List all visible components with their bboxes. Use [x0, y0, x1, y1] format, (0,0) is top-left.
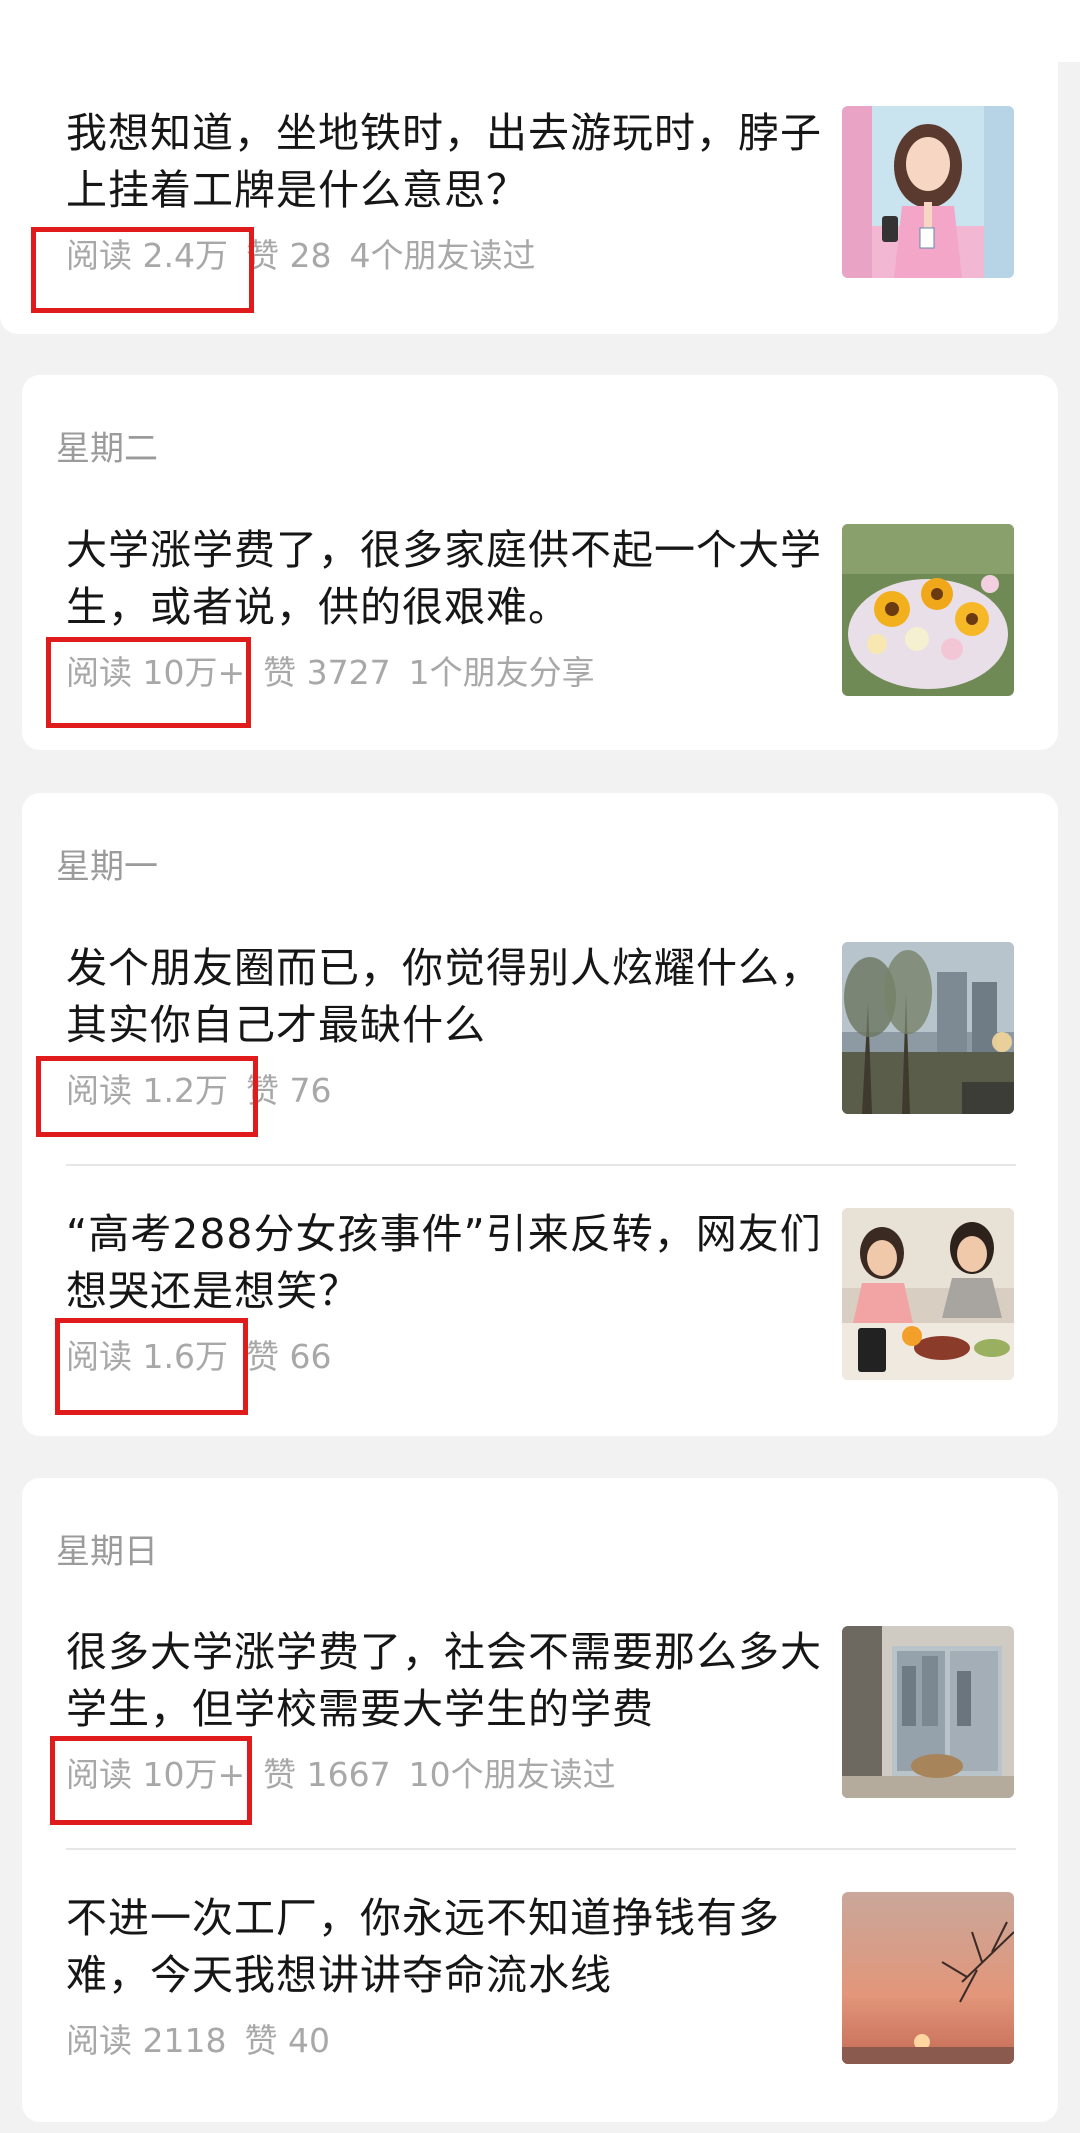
- like-count: 赞 66: [245, 1337, 332, 1376]
- article-thumbnail[interactable]: [842, 1626, 1014, 1798]
- like-count: 赞 76: [245, 1071, 332, 1110]
- sunset-branch-photo-icon: [842, 1892, 1014, 2064]
- read-count-highlight: [36, 1056, 258, 1137]
- street-trees-photo-icon: [842, 942, 1014, 1114]
- article-thumbnail[interactable]: [842, 1208, 1014, 1380]
- article-title[interactable]: 发个朋友圈而已，你觉得别人炫耀什么，其实你自己才最缺什么: [66, 940, 836, 1054]
- read-count-highlight: [31, 227, 254, 313]
- article-title[interactable]: 我想知道，坐地铁时，出去游玩时，脖子上挂着工牌是什么意思？: [66, 105, 836, 219]
- flower-bouquet-photo-icon: [842, 524, 1014, 696]
- read-count-highlight: [50, 1736, 252, 1825]
- read-count-highlight: [55, 1318, 248, 1415]
- article-title[interactable]: “高考288分女孩事件”引来反转，网友们想哭还是想笑？: [66, 1206, 836, 1320]
- article-title[interactable]: 很多大学涨学费了，社会不需要那么多大学生，但学校需要大学生的学费: [66, 1624, 836, 1738]
- family-dinner-photo-icon: [842, 1208, 1014, 1380]
- day-label: 星期日: [56, 1532, 158, 1572]
- apartment-window-photo-icon: [842, 1626, 1014, 1798]
- like-count: 赞 1667: [263, 1755, 391, 1794]
- read-count: 阅读 2118: [66, 2021, 227, 2060]
- article-meta: 阅读 2118 赞 40: [66, 2021, 348, 2061]
- like-count: 赞 28: [245, 236, 332, 275]
- read-count-highlight: [46, 637, 251, 728]
- article-title[interactable]: 不进一次工厂，你永远不知道挣钱有多难，今天我想讲讲夺命流水线: [66, 1890, 836, 2004]
- article-thumbnail[interactable]: [842, 524, 1014, 696]
- day-label: 星期二: [56, 429, 158, 469]
- divider: [66, 1848, 1016, 1850]
- article-thumbnail[interactable]: [842, 106, 1014, 278]
- friends-share: 1个朋友分享: [408, 653, 595, 692]
- article-title[interactable]: 大学涨学费了，很多家庭供不起一个大学生，或者说，供的很艰难。: [66, 522, 836, 636]
- illustration-girl-on-subway-icon: [842, 106, 1014, 278]
- friends-read: 4个朋友读过: [349, 236, 536, 275]
- like-count: 赞 3727: [263, 653, 391, 692]
- article-thumbnail[interactable]: [842, 942, 1014, 1114]
- friends-read: 10个朋友读过: [408, 1755, 616, 1794]
- day-label: 星期一: [56, 847, 158, 887]
- like-count: 赞 40: [244, 2021, 330, 2060]
- divider: [66, 1164, 1016, 1166]
- article-thumbnail[interactable]: [842, 1892, 1014, 2064]
